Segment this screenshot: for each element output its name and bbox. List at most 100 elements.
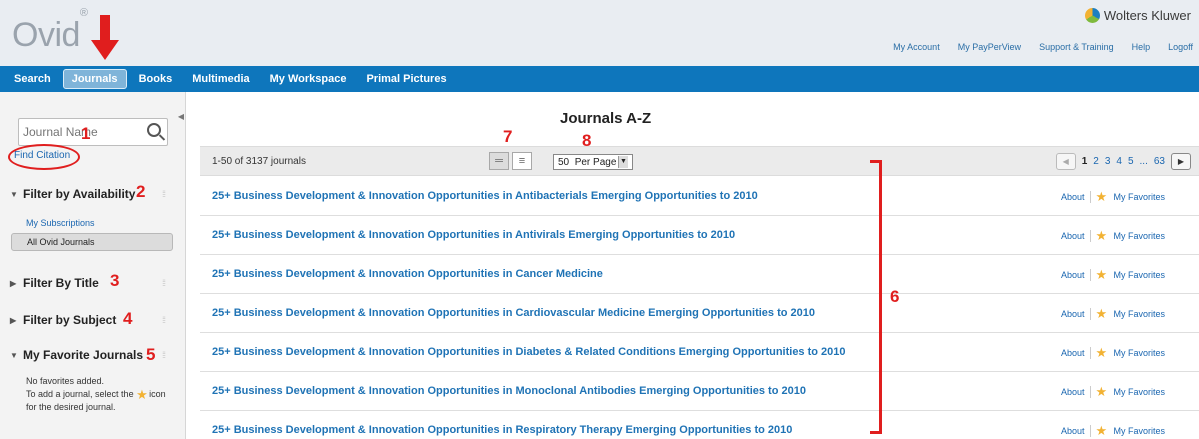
page-title: Journals A-Z xyxy=(560,110,652,127)
fav-line-2b: icon xyxy=(149,389,166,399)
drag-handle-icon[interactable]: ⁞⁞ xyxy=(162,278,166,288)
about-link[interactable]: About xyxy=(1061,192,1085,202)
tab-multimedia[interactable]: Multimedia xyxy=(184,70,257,88)
expanded-triangle-icon: ▼ xyxy=(10,350,18,360)
tab-books[interactable]: Books xyxy=(131,70,181,88)
favorite-star-icon[interactable]: ★ xyxy=(1096,346,1109,359)
filter-subject-header[interactable]: ▶ Filter by Subject xyxy=(10,313,116,327)
divider xyxy=(1089,190,1091,203)
per-page-label: Per Page xyxy=(574,156,617,168)
journal-row: 25+ Business Development & Innovation Op… xyxy=(200,256,1199,294)
header: Ovid® Wolters Kluwer My Account My PayPe… xyxy=(0,0,1199,66)
my-subscriptions-link[interactable]: My Subscriptions xyxy=(26,218,95,228)
row-actions: About ★ My Favorites xyxy=(1061,229,1165,242)
divider xyxy=(1089,229,1091,242)
my-favorite-journals-header[interactable]: ▼ My Favorite Journals xyxy=(10,348,143,362)
collapsed-triangle-icon: ▶ xyxy=(10,278,17,288)
page-2[interactable]: 2 xyxy=(1093,156,1099,167)
tab-journals[interactable]: Journals xyxy=(62,69,127,89)
drag-handle-icon[interactable]: ⁞⁞ xyxy=(162,315,166,325)
row-actions: About ★ My Favorites xyxy=(1061,424,1165,437)
results-toolbar: 1-50 of 3137 journals ═ ≡ 50 Per Page ▼ … xyxy=(200,146,1199,176)
about-link[interactable]: About xyxy=(1061,270,1085,280)
annotation-arrow-shaft xyxy=(100,15,110,41)
about-link[interactable]: About xyxy=(1061,426,1085,436)
favorite-star-icon[interactable]: ★ xyxy=(1096,268,1109,281)
per-page-select[interactable]: 50 Per Page ▼ xyxy=(553,154,633,170)
my-favorites-link[interactable]: My Favorites xyxy=(1114,270,1166,280)
tab-my-workspace[interactable]: My Workspace xyxy=(262,70,355,88)
annotation-ellipse xyxy=(8,144,80,170)
favorite-star-icon[interactable]: ★ xyxy=(1096,229,1109,242)
page-5[interactable]: 5 xyxy=(1128,156,1134,167)
favorite-star-icon[interactable]: ★ xyxy=(1096,190,1109,203)
divider xyxy=(1089,268,1091,281)
my-account-link[interactable]: My Account xyxy=(893,42,940,52)
detailed-view-button[interactable]: ≡ xyxy=(512,152,532,170)
fav-line-2: To add a journal, select the ★icon xyxy=(26,388,166,401)
prev-page-button[interactable]: ◀ xyxy=(1055,153,1076,170)
row-actions: About ★ My Favorites xyxy=(1061,307,1165,320)
my-favorites-link[interactable]: My Favorites xyxy=(1114,231,1166,241)
journal-title-link[interactable]: 25+ Business Development & Innovation Op… xyxy=(212,346,846,358)
annotation-bracket xyxy=(870,160,882,434)
tab-primal-pictures[interactable]: Primal Pictures xyxy=(358,70,454,88)
chevron-down-icon: ▼ xyxy=(618,156,628,168)
drag-handle-icon[interactable]: ⁞⁞ xyxy=(162,189,166,199)
journal-title-link[interactable]: 25+ Business Development & Innovation Op… xyxy=(212,229,735,241)
favorite-star-icon: ★ xyxy=(136,387,148,402)
journal-row: 25+ Business Development & Innovation Op… xyxy=(200,217,1199,255)
search-icon[interactable] xyxy=(147,123,161,137)
annotation-number-3: 3 xyxy=(110,271,120,290)
row-actions: About ★ My Favorites xyxy=(1061,190,1165,203)
journal-title-link[interactable]: 25+ Business Development & Innovation Op… xyxy=(212,385,806,397)
main-nav: Search Journals Books Multimedia My Work… xyxy=(0,66,1199,92)
filter-availability-header[interactable]: ▼ Filter by Availability xyxy=(10,187,135,201)
compact-view-button[interactable]: ═ xyxy=(489,152,509,170)
drag-handle-icon[interactable]: ⁞⁞ xyxy=(162,350,166,360)
about-link[interactable]: About xyxy=(1061,231,1085,241)
divider xyxy=(1089,424,1091,437)
my-payperview-link[interactable]: My PayPerView xyxy=(958,42,1021,52)
my-favorites-link[interactable]: My Favorites xyxy=(1114,426,1166,436)
page-3[interactable]: 3 xyxy=(1105,156,1111,167)
per-page-value-row: 50 Per Page xyxy=(558,157,616,168)
next-page-button[interactable]: ▶ xyxy=(1171,153,1191,170)
journal-title-link[interactable]: 25+ Business Development & Innovation Op… xyxy=(212,268,603,280)
journal-title-link[interactable]: 25+ Business Development & Innovation Op… xyxy=(212,190,758,202)
logoff-link[interactable]: Logoff xyxy=(1168,42,1193,52)
journal-title-link[interactable]: 25+ Business Development & Innovation Op… xyxy=(212,424,792,436)
annotation-number-7: 7 xyxy=(503,127,513,146)
tab-search[interactable]: Search xyxy=(6,70,59,88)
divider xyxy=(1089,307,1091,320)
favorite-star-icon[interactable]: ★ xyxy=(1096,424,1109,437)
favorite-star-icon[interactable]: ★ xyxy=(1096,307,1109,320)
fav-line-2a: To add a journal, select the xyxy=(26,389,134,399)
about-link[interactable]: About xyxy=(1061,309,1085,319)
all-ovid-journals-button[interactable]: All Ovid Journals xyxy=(11,233,173,251)
annotation-number-8: 8 xyxy=(582,131,592,150)
journal-title-link[interactable]: 25+ Business Development & Innovation Op… xyxy=(212,307,815,319)
my-favorites-link[interactable]: My Favorites xyxy=(1114,192,1166,202)
support-training-link[interactable]: Support & Training xyxy=(1039,42,1114,52)
favorite-star-icon[interactable]: ★ xyxy=(1096,385,1109,398)
collapse-sidebar-icon[interactable]: ◀ xyxy=(176,112,186,126)
page-4[interactable]: 4 xyxy=(1116,156,1122,167)
row-actions: About ★ My Favorites xyxy=(1061,385,1165,398)
filter-availability-label: Filter by Availability xyxy=(23,187,136,201)
about-link[interactable]: About xyxy=(1061,348,1085,358)
ovid-logo[interactable]: Ovid® xyxy=(12,7,88,55)
filter-title-header[interactable]: ▶ Filter By Title xyxy=(10,276,99,290)
page-1[interactable]: 1 xyxy=(1082,156,1088,167)
favorites-empty-message: No favorites added. To add a journal, se… xyxy=(26,375,166,414)
annotation-number-5: 5 xyxy=(146,345,156,364)
my-favorites-link[interactable]: My Favorites xyxy=(1114,348,1166,358)
page-63[interactable]: 63 xyxy=(1154,156,1165,167)
help-link[interactable]: Help xyxy=(1132,42,1151,52)
about-link[interactable]: About xyxy=(1061,387,1085,397)
annotation-number-4: 4 xyxy=(123,309,133,328)
my-favorites-link[interactable]: My Favorites xyxy=(1114,387,1166,397)
my-favorites-link[interactable]: My Favorites xyxy=(1114,309,1166,319)
annotation-number-6: 6 xyxy=(890,287,900,306)
annotation-number-1: 1 xyxy=(81,124,91,143)
